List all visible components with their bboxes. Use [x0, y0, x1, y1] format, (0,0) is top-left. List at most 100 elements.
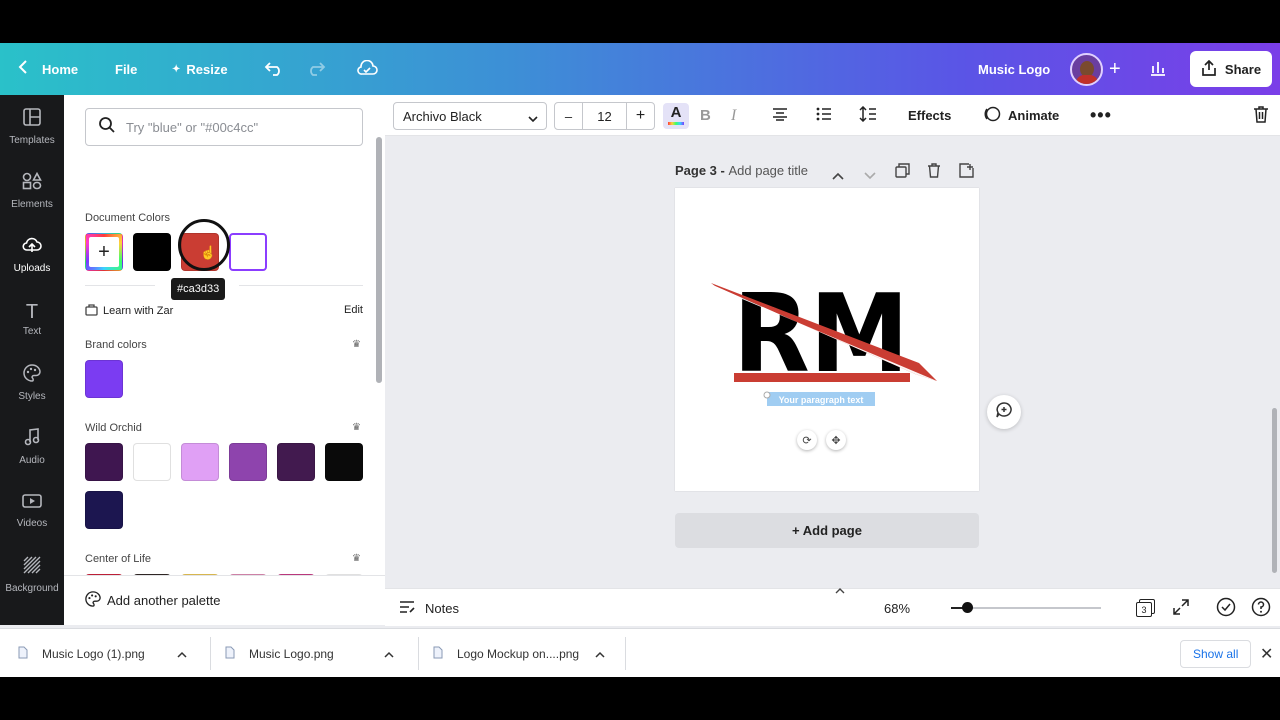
add-page-icon[interactable]: [959, 163, 974, 183]
close-downloads-button[interactable]: ✕: [1260, 629, 1273, 677]
page-title-input[interactable]: Add page title: [728, 163, 808, 178]
document-color-swatch[interactable]: [133, 233, 171, 271]
file-label: File: [115, 61, 138, 77]
plus-icon: +: [89, 237, 119, 267]
document-colors-heading: Document Colors: [85, 212, 170, 224]
insights-button[interactable]: [1149, 43, 1167, 95]
learn-with-zar[interactable]: Learn with Zar: [85, 303, 173, 319]
rail-item-elements[interactable]: Elements: [0, 161, 64, 221]
add-color-swatch[interactable]: +: [85, 233, 123, 271]
chevron-up-icon[interactable]: [595, 647, 605, 661]
design-page[interactable]: RM Your paragraph text ⟳ ✥: [675, 188, 979, 491]
zoom-percentage[interactable]: 68%: [884, 589, 910, 627]
rail-label: Text: [22, 325, 42, 337]
spacing-button[interactable]: [859, 95, 877, 136]
chevron-up-icon[interactable]: [177, 647, 187, 661]
crown-icon: ♛: [352, 422, 361, 433]
more-button[interactable]: •••: [1090, 95, 1112, 136]
palette-swatch[interactable]: [85, 491, 123, 529]
zoom-slider-thumb[interactable]: [962, 602, 973, 613]
delete-button[interactable]: [1253, 95, 1269, 136]
bold-button[interactable]: B: [700, 95, 711, 136]
palette-swatch[interactable]: [325, 443, 363, 481]
audio-icon: [24, 428, 40, 451]
chevron-down-icon[interactable]: [864, 167, 876, 185]
chevron-up-icon[interactable]: [835, 581, 847, 594]
brand-color-swatch[interactable]: [85, 360, 123, 398]
rail-item-templates[interactable]: Templates: [0, 97, 64, 157]
palette-swatch[interactable]: [229, 443, 267, 481]
design-title[interactable]: Music Logo: [978, 43, 1050, 95]
rail-item-videos[interactable]: Videos: [0, 481, 64, 541]
add-comment-button[interactable]: [987, 395, 1021, 429]
avatar[interactable]: [1070, 53, 1103, 86]
italic-button[interactable]: I: [731, 95, 736, 136]
crown-icon: ♛: [352, 339, 361, 350]
animate-button[interactable]: Animate: [983, 95, 1059, 136]
divider: [85, 285, 155, 286]
rail-label: Audio: [19, 455, 45, 466]
chevron-down-icon: [528, 111, 538, 126]
panel-scrollbar[interactable]: [376, 137, 382, 383]
canvas-scrollbar[interactable]: [1272, 408, 1277, 573]
document-color-swatch[interactable]: [229, 233, 267, 271]
color-search[interactable]: [85, 108, 363, 146]
effects-button[interactable]: Effects: [908, 95, 951, 136]
align-button[interactable]: [772, 95, 788, 136]
videos-icon: [22, 493, 42, 514]
edit-link[interactable]: Edit: [344, 304, 363, 316]
download-item[interactable]: Music Logo.png: [225, 629, 394, 677]
text-color-button[interactable]: A: [663, 95, 689, 136]
font-size-stepper[interactable]: – 12 +: [554, 102, 655, 130]
uploads-icon: [22, 236, 42, 259]
page-count-button[interactable]: 3: [1136, 589, 1156, 627]
zoom-slider[interactable]: [951, 589, 1101, 627]
fullscreen-button[interactable]: [1173, 589, 1189, 627]
bottom-bar: Notes 68% 3: [385, 588, 1280, 626]
font-family-select[interactable]: Archivo Black: [393, 102, 547, 130]
chevron-up-icon[interactable]: [384, 647, 394, 661]
palette-swatch[interactable]: [133, 443, 171, 481]
show-all-button[interactable]: Show all: [1180, 629, 1252, 677]
check-button[interactable]: [1216, 589, 1236, 627]
help-button[interactable]: [1251, 589, 1271, 627]
list-button[interactable]: [816, 95, 832, 136]
palette-swatch[interactable]: [277, 443, 315, 481]
redo-button[interactable]: [306, 43, 326, 95]
rail-item-background[interactable]: Background: [0, 545, 64, 605]
rail-item-text[interactable]: T Text: [0, 289, 64, 349]
plus-icon[interactable]: +: [1109, 43, 1121, 95]
resize-button[interactable]: ✦ Resize: [172, 43, 228, 95]
add-page-button[interactable]: + Add page: [675, 513, 979, 548]
download-item[interactable]: Logo Mockup on....png: [433, 629, 605, 677]
file-menu[interactable]: File: [115, 43, 137, 95]
undo-button[interactable]: [264, 43, 284, 95]
page-count: 3: [1136, 602, 1152, 617]
notes-button[interactable]: Notes: [399, 589, 459, 627]
download-item[interactable]: Music Logo (1).png: [18, 629, 187, 677]
color-search-input[interactable]: [126, 119, 346, 135]
increase-size-button[interactable]: +: [626, 103, 654, 129]
decrease-size-button[interactable]: –: [555, 103, 583, 129]
rail-item-styles[interactable]: Styles: [0, 353, 64, 413]
palette-swatch[interactable]: [181, 443, 219, 481]
paragraph-text[interactable]: Your paragraph text: [779, 395, 864, 405]
home-button[interactable]: Home: [18, 43, 78, 95]
palette-swatch[interactable]: [85, 443, 123, 481]
delete-page-icon[interactable]: [927, 163, 941, 183]
share-button[interactable]: Share: [1190, 51, 1272, 87]
move-handle[interactable]: ✥: [826, 430, 846, 450]
add-palette-button[interactable]: Add another palette: [64, 575, 385, 625]
rail-item-uploads[interactable]: Uploads: [0, 225, 64, 285]
rail-label: Styles: [18, 391, 46, 402]
top-bar: Home File ✦ Resize Music Logo + Share: [0, 43, 1280, 95]
left-nav-rail: Templates Elements Uploads T Text Styles…: [0, 95, 64, 625]
divider: [239, 285, 363, 286]
rail-item-audio[interactable]: Audio: [0, 417, 64, 477]
cloud-sync-button[interactable]: [356, 43, 378, 95]
bold-icon: B: [700, 107, 711, 124]
font-size-value[interactable]: 12: [583, 103, 626, 129]
duplicate-page-icon[interactable]: [895, 163, 910, 183]
chevron-up-icon[interactable]: [832, 167, 844, 185]
rotate-handle[interactable]: ⟳: [797, 430, 817, 450]
